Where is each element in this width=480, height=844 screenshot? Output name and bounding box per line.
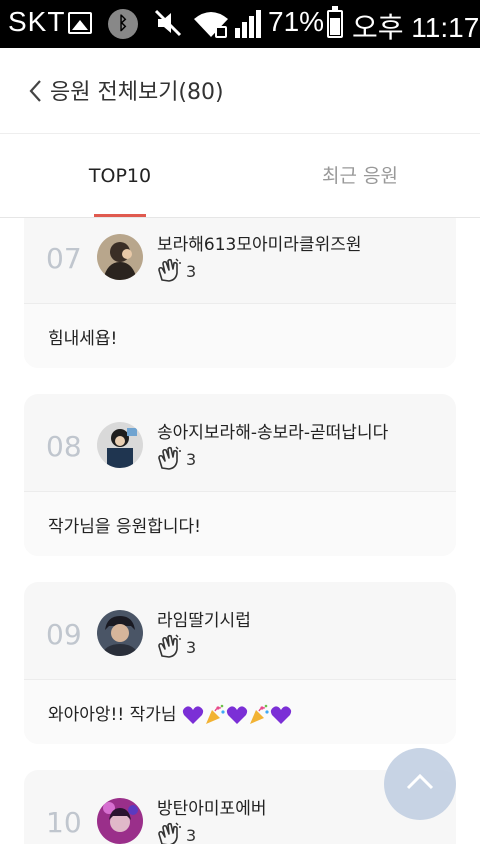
cheer-nickname[interactable]: 라임딸기시럽: [157, 606, 251, 631]
chevron-up-icon: [406, 773, 434, 790]
cheer-card: 09 라임딸기시럽 3 와아아앙!! 작가님: [24, 582, 456, 744]
cheer-card-body: 힘내세욥!: [24, 304, 456, 368]
rank-number: 07: [46, 242, 82, 275]
cheer-card-header: 08 송아지보라해-송보라-곧떠납니다 3: [24, 394, 456, 492]
cheer-card: 07 보라해613모아미라클위즈원 3 힘내세욥!: [24, 218, 456, 368]
scroll-to-top-button[interactable]: [384, 748, 456, 820]
rank-number: 08: [46, 430, 82, 463]
party-popper-icon: [249, 704, 269, 724]
image-icon: [68, 12, 92, 34]
cheer-nickname[interactable]: 보라해613모아미라클위즈원: [157, 230, 362, 255]
clap-count: 3: [186, 826, 197, 844]
cheer-card: 08 송아지보라해-송보라-곧떠납니다 3 작가님을 응원합니다!: [24, 394, 456, 556]
purple-heart-icon: [182, 706, 204, 724]
wifi-icon: [194, 12, 228, 38]
mute-icon: [154, 9, 182, 37]
battery-percent: 71%: [268, 6, 325, 37]
avatar[interactable]: [97, 798, 143, 844]
purple-heart-icon: [226, 706, 248, 724]
bluetooth-icon: ᛒ: [108, 9, 138, 39]
cheer-nickname[interactable]: 방탄아미포에버: [157, 794, 266, 819]
rank-number: 09: [46, 618, 82, 651]
cheer-message: 와아아앙!! 작가님: [48, 705, 177, 725]
page-title: 응원 전체보기(80): [50, 80, 224, 105]
status-bar: SKT ᛒ 71% 오후 11:17: [0, 0, 480, 48]
active-tab-indicator: [94, 214, 146, 217]
clap-count: 3: [186, 638, 197, 657]
purple-heart-icon: [270, 706, 292, 724]
tab-top10[interactable]: TOP10: [60, 134, 180, 218]
cheer-card-body: 와아아앙!! 작가님: [24, 680, 456, 744]
page-header: 응원 전체보기(80): [0, 48, 480, 134]
party-popper-icon: [205, 704, 225, 724]
signal-icon: [235, 10, 261, 38]
clap-icon: [158, 258, 181, 282]
chevron-left-icon[interactable]: [26, 78, 46, 104]
avatar[interactable]: [97, 422, 143, 468]
cheer-message-row: 와아아앙!! 작가님: [48, 700, 292, 726]
tab-recent-cheers[interactable]: 최근 응원: [300, 134, 420, 218]
carrier-label: SKT: [8, 6, 66, 37]
cheer-nickname[interactable]: 송아지보라해-송보라-곧떠납니다: [157, 418, 388, 443]
clap-count: 3: [186, 450, 197, 469]
cheer-card-header: 07 보라해613모아미라클위즈원 3: [24, 218, 456, 304]
clock: 오후 11:17: [352, 12, 480, 43]
cheer-card-body: 작가님을 응원합니다!: [24, 492, 456, 556]
clap-icon: [158, 822, 181, 844]
tab-bar: TOP10 최근 응원: [0, 134, 480, 218]
clap-count: 3: [186, 262, 197, 281]
cheer-message: 힘내세욥!: [48, 329, 118, 349]
clap-icon: [158, 634, 181, 658]
cheer-message: 작가님을 응원합니다!: [48, 517, 201, 537]
avatar[interactable]: [97, 610, 143, 656]
avatar[interactable]: [97, 234, 143, 280]
battery-icon: [327, 6, 343, 38]
cheer-card-header: 09 라임딸기시럽 3: [24, 582, 456, 680]
clap-icon: [158, 446, 181, 470]
rank-number: 10: [46, 806, 82, 839]
